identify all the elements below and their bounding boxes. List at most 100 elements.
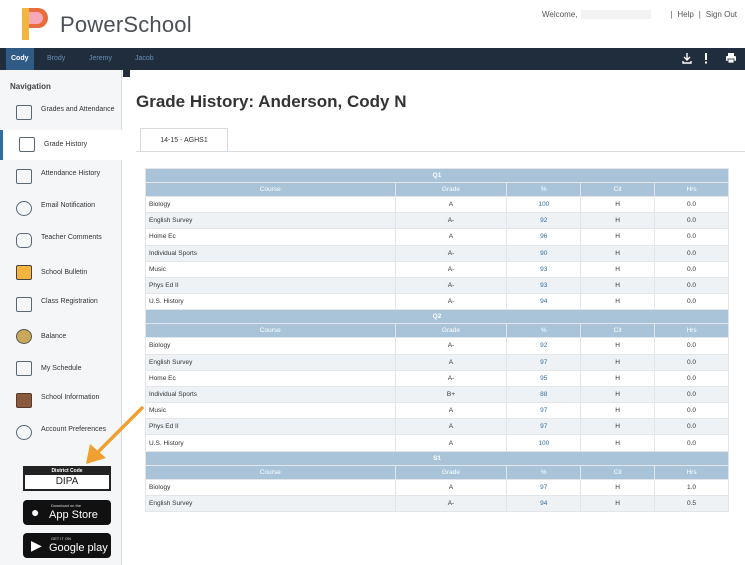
section-label: S1 xyxy=(145,450,729,466)
cell-pct[interactable]: 92 xyxy=(506,212,582,230)
cell-cit: H xyxy=(580,478,656,496)
google-play-icon: ▶ xyxy=(31,537,42,553)
cell-pct[interactable]: 92 xyxy=(506,337,582,355)
table-row: Music A- 93 H 0.0 xyxy=(145,260,729,278)
sidebar-item-label: Teacher Comments xyxy=(41,234,102,241)
cell-cit: H xyxy=(580,276,656,295)
cell-pct[interactable]: 90 xyxy=(506,244,582,262)
cell-course: Biology xyxy=(145,195,396,214)
column-header-course: Course xyxy=(145,464,396,480)
cell-course: U.S. History xyxy=(145,434,396,452)
sidebar-item-email-notification[interactable]: Email Notification xyxy=(0,194,122,224)
cell-pct[interactable]: 100 xyxy=(506,195,582,214)
cell-pct[interactable]: 95 xyxy=(506,369,582,387)
app-logo-text[interactable]: PowerSchool xyxy=(60,12,192,38)
cell-course: Biology xyxy=(145,337,396,355)
download-icon[interactable] xyxy=(682,52,692,64)
attendance-icon xyxy=(16,169,32,184)
column-header-cit: Cit xyxy=(580,464,656,480)
page-header: PowerSchool Welcome, | Help | Sign Out xyxy=(0,0,745,48)
header-links: | Help | Sign Out xyxy=(670,10,737,19)
cell-pct[interactable]: 97 xyxy=(506,478,582,496)
table-row: U.S. History A- 94 H 0.0 xyxy=(145,293,729,311)
table-row: Home Ec A- 95 H 0.0 xyxy=(145,369,729,387)
sidebar-item-label: My Schedule xyxy=(41,365,82,372)
cell-hrs: 0.0 xyxy=(654,244,729,262)
cell-pct[interactable]: 97 xyxy=(506,402,582,420)
tab-term-14-15-aghs1[interactable]: 14-15 - AGHS1 xyxy=(140,128,228,152)
sidebar-item-grade-history[interactable]: Grade History xyxy=(0,130,122,160)
table-row: Music A 97 H 0.0 xyxy=(145,402,729,420)
sidebar-item-balance[interactable]: Balance xyxy=(0,322,122,352)
cell-hrs: 0.0 xyxy=(654,195,729,214)
sidebar-item-label: Attendance History xyxy=(41,170,101,177)
cell-hrs: 0.0 xyxy=(654,385,729,404)
cell-pct[interactable]: 94 xyxy=(506,293,582,311)
district-code-badge: District Code DIPA xyxy=(23,466,111,491)
help-link[interactable]: Help xyxy=(677,10,693,19)
school-icon xyxy=(16,393,32,408)
cell-pct[interactable]: 97 xyxy=(506,418,582,436)
column-header-course: Course xyxy=(145,323,396,339)
student-tab-jeremy[interactable]: Jeremy xyxy=(84,48,117,70)
sidebar-item-label: Email Notification xyxy=(41,202,96,209)
section-label: Q2 xyxy=(145,309,729,325)
cell-grade: A xyxy=(394,434,508,452)
cell-grade: A- xyxy=(394,293,508,311)
print-icon[interactable] xyxy=(725,52,737,64)
section-label: Q1 xyxy=(145,168,729,183)
column-header-pct: % xyxy=(506,464,582,480)
cell-hrs: 1.0 xyxy=(654,478,729,496)
sidebar-collapse-handle[interactable] xyxy=(123,70,130,77)
sidebar-item-my-schedule[interactable]: My Schedule xyxy=(0,354,122,384)
cell-hrs: 0.0 xyxy=(654,337,729,355)
cell-pct[interactable]: 93 xyxy=(506,276,582,295)
cell-grade: A- xyxy=(394,260,508,278)
sidebar-item-grades-and-attendance[interactable]: Grades and Attendance xyxy=(0,98,122,128)
sidebar-item-label: Grade History xyxy=(44,141,88,148)
cell-grade: B+ xyxy=(394,385,508,404)
student-tab-brody[interactable]: Brody xyxy=(42,48,70,70)
cell-course: English Survey xyxy=(145,353,396,371)
navigation-title: Navigation xyxy=(10,82,51,91)
tab-divider xyxy=(136,151,745,152)
column-header-cit: Cit xyxy=(580,182,656,197)
sidebar-item-school-bulletin[interactable]: School Bulletin xyxy=(0,258,122,288)
grade-table-body: Q1 Course Grade% Cit Hrs Biology A 100 H 0.0 Engli… xyxy=(145,168,729,513)
sidebar-item-label: Grades and Attendance xyxy=(41,106,115,113)
sidebar-item-attendance-history[interactable]: Attendance History xyxy=(0,162,122,192)
cell-grade: A- xyxy=(394,212,508,230)
cell-pct[interactable]: 94 xyxy=(506,494,582,513)
student-tab-cody[interactable]: Cody xyxy=(6,48,34,70)
cell-pct[interactable]: 93 xyxy=(506,260,582,278)
cell-grade: A- xyxy=(394,244,508,262)
cell-hrs: 0.0 xyxy=(654,293,729,311)
district-code-heading: District Code xyxy=(25,468,109,475)
cell-pct[interactable]: 88 xyxy=(506,385,582,404)
cell-grade: A- xyxy=(394,494,508,513)
sign-out-link[interactable]: Sign Out xyxy=(706,10,737,19)
cell-cit: H xyxy=(580,353,656,371)
cell-grade: A- xyxy=(394,369,508,387)
cell-hrs: 0.0 xyxy=(654,418,729,436)
cell-hrs: 0.0 xyxy=(654,212,729,230)
table-row: Individual Sports A- 90 H 0.0 xyxy=(145,244,729,262)
separator: | xyxy=(698,10,701,19)
cell-pct[interactable]: 96 xyxy=(506,228,582,246)
app-store-button[interactable]: ● Download on the App Store xyxy=(23,500,111,525)
google-play-button[interactable]: ▶ GET IT ON Google play xyxy=(23,533,111,558)
sidebar-item-class-registration[interactable]: Class Registration xyxy=(0,290,122,320)
cell-pct[interactable]: 100 xyxy=(506,434,582,452)
cell-cit: H xyxy=(580,228,656,246)
cell-grade: A- xyxy=(394,276,508,295)
student-tab-jacob[interactable]: Jacob xyxy=(130,48,159,70)
cell-hrs: 0.0 xyxy=(654,434,729,452)
powerschool-logo-icon xyxy=(22,8,48,40)
cell-course: English Survey xyxy=(145,494,396,513)
registration-icon xyxy=(16,297,32,312)
cell-pct[interactable]: 97 xyxy=(506,353,582,371)
sidebar-item-label: School Information xyxy=(41,394,100,401)
alert-icon[interactable] xyxy=(703,52,709,64)
sidebar-item-teacher-comments[interactable]: Teacher Comments xyxy=(0,226,122,256)
cell-grade: A xyxy=(394,353,508,371)
